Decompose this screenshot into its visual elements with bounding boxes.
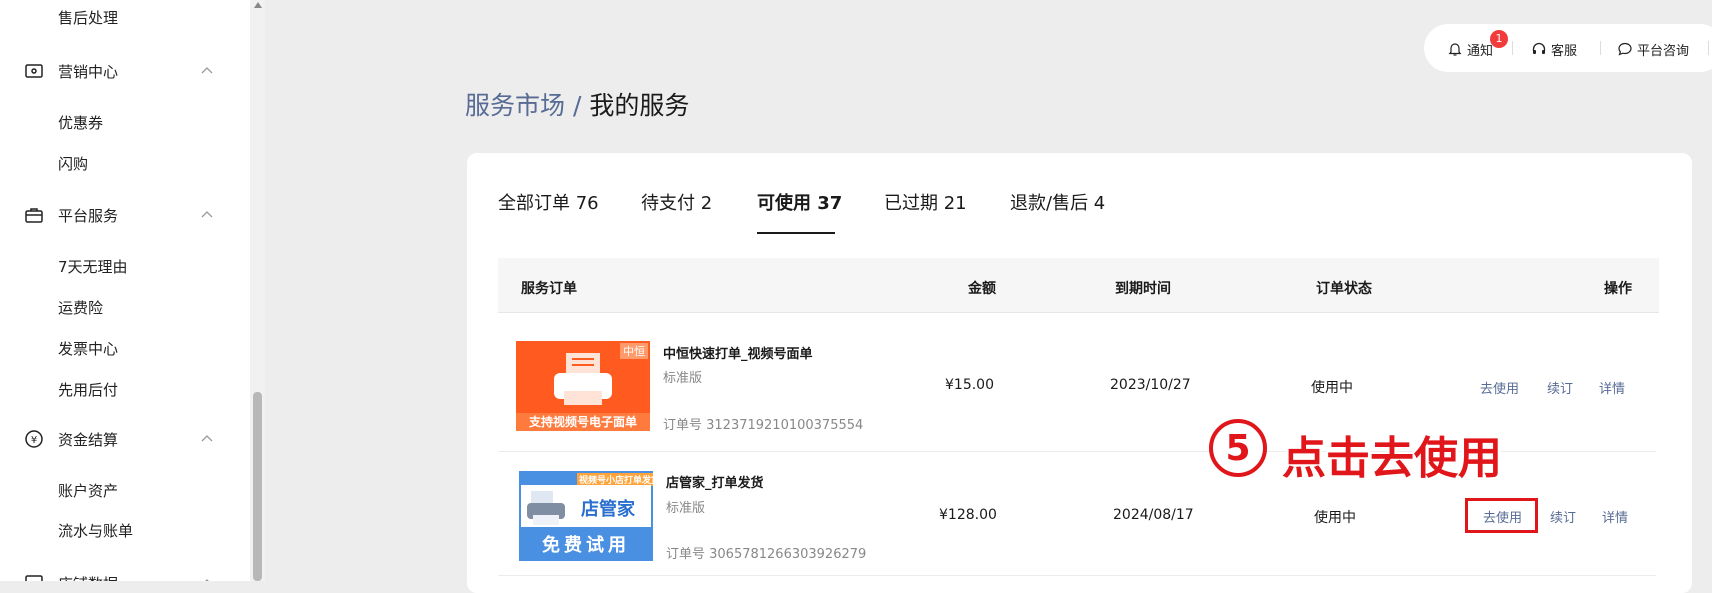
- thumbnail-badge: 中恒: [620, 343, 648, 359]
- details-button[interactable]: 详情: [1602, 507, 1628, 526]
- sidebar-item-7day-return[interactable]: 7天无理由: [58, 256, 128, 277]
- sidebar-group-label: 平台服务: [58, 207, 119, 225]
- active-tab-indicator: [757, 232, 835, 234]
- sidebar-item-flash-sale[interactable]: 闪购: [58, 153, 88, 174]
- sidebar-group-settlement[interactable]: ¥ 资金结算: [24, 428, 224, 450]
- product-thumbnail[interactable]: 视频号小店打单发货 店管家 免费试用: [519, 471, 653, 561]
- sidebar-item-statements[interactable]: 流水与账单: [58, 520, 133, 541]
- thumbnail-caption: 支持视频号电子面单: [516, 413, 650, 431]
- notification-count-badge: 1: [1490, 30, 1508, 48]
- sidebar-item-shipping-insurance[interactable]: 运费险: [58, 297, 103, 318]
- order-number: 订单号 3123719210100375554: [663, 418, 864, 433]
- page-title: 服务市场 / 我的服务: [465, 86, 689, 122]
- bell-icon: [1448, 43, 1462, 56]
- sidebar-item-after-sales[interactable]: 售后处理: [58, 7, 118, 28]
- product-name[interactable]: 店管家_打单发货: [666, 472, 764, 491]
- chat-bubble-icon: [1618, 42, 1632, 56]
- sidebar-item-account-assets[interactable]: 账户资产: [58, 480, 118, 501]
- column-header-service-order: 服务订单: [521, 281, 577, 297]
- svg-text:¥: ¥: [31, 435, 37, 446]
- amount-cell: ¥128.00: [939, 507, 997, 523]
- column-header-expiry: 到期时间: [1115, 281, 1171, 297]
- renew-button[interactable]: 续订: [1550, 507, 1576, 526]
- scroll-up-arrow-icon[interactable]: [254, 2, 262, 8]
- chevron-up-icon: [201, 67, 213, 74]
- customer-service-label: 客服: [1551, 44, 1578, 59]
- scrollbar-thumb[interactable]: [253, 392, 262, 581]
- highlight-box: [1465, 498, 1538, 533]
- sidebar-item-pay-later[interactable]: 先用后付: [58, 379, 118, 400]
- yuan-coin-icon: ¥: [25, 430, 43, 448]
- step-number: 5: [1225, 428, 1250, 469]
- tab-pending-payment[interactable]: 待支付 2: [641, 189, 712, 215]
- expiry-cell: 2024/08/17: [1113, 507, 1194, 523]
- sidebar-group-store-data[interactable]: 店铺数据: [24, 572, 224, 581]
- sidebar-item-coupon[interactable]: 优惠券: [58, 112, 103, 133]
- product-version: 标准版: [663, 371, 703, 386]
- sidebar-item-invoice-center[interactable]: 发票中心: [58, 338, 118, 359]
- chevron-up-icon: [205, 579, 209, 581]
- status-cell: 使用中: [1314, 510, 1356, 526]
- tab-expired[interactable]: 已过期 21: [884, 189, 967, 215]
- divider: [1708, 41, 1709, 55]
- step-instruction: 点击去使用: [1282, 433, 1503, 485]
- ticket-icon: [25, 64, 43, 78]
- chevron-up-icon: [201, 435, 213, 442]
- notify-label: 通知: [1467, 44, 1494, 59]
- status-cell: 使用中: [1311, 380, 1353, 396]
- sidebar-group-marketing[interactable]: 营销中心: [24, 60, 224, 82]
- chart-icon: [25, 575, 43, 581]
- expiry-cell: 2023/10/27: [1110, 377, 1191, 393]
- column-header-actions: 操作: [1604, 281, 1632, 297]
- breadcrumb-current: 我的服务: [589, 91, 690, 120]
- step-number-circle-icon: 5: [1209, 419, 1267, 477]
- table-header: [498, 258, 1659, 313]
- sidebar-scrollbar[interactable]: [250, 0, 265, 581]
- sidebar-group-label: 资金结算: [58, 431, 119, 449]
- sidebar-group-platform-services[interactable]: 平台服务: [24, 204, 224, 226]
- briefcase-icon: [25, 208, 43, 223]
- tab-all-orders[interactable]: 全部订单 76: [498, 189, 599, 215]
- details-button[interactable]: 详情: [1599, 378, 1625, 397]
- use-button[interactable]: 去使用: [1480, 378, 1519, 397]
- order-number: 订单号 3065781266303926279: [666, 547, 867, 562]
- column-header-status: 订单状态: [1316, 281, 1372, 297]
- sidebar-group-label: 店铺数据: [58, 573, 118, 581]
- headset-icon: [1532, 42, 1546, 54]
- tab-available[interactable]: 可使用 37: [757, 189, 842, 215]
- divider: [1512, 41, 1513, 55]
- amount-cell: ¥15.00: [945, 377, 994, 393]
- platform-consult-label: 平台咨询: [1637, 44, 1690, 59]
- product-version: 标准版: [666, 501, 706, 516]
- divider: [1600, 41, 1601, 55]
- renew-button[interactable]: 续订: [1547, 378, 1573, 397]
- row-divider: [498, 575, 1656, 576]
- thumbnail-caption: 免费试用: [542, 535, 630, 556]
- thumbnail-title: 店管家: [581, 499, 635, 520]
- sidebar: 售后处理 营销中心 优惠券 闪购 平台服务 7天无理由 运费险 发票中心 先用后…: [0, 0, 250, 581]
- breadcrumb-service-market[interactable]: 服务市场 /: [465, 91, 581, 120]
- product-name[interactable]: 中恒快速打单_视频号面单: [663, 343, 813, 362]
- tab-refund[interactable]: 退款/售后 4: [1010, 189, 1105, 215]
- chevron-up-icon: [201, 211, 213, 218]
- printer-icon: [527, 491, 565, 525]
- product-thumbnail[interactable]: 中恒 支持视频号电子面单: [516, 341, 650, 431]
- sidebar-group-label: 营销中心: [58, 63, 119, 81]
- column-header-amount: 金额: [968, 281, 996, 297]
